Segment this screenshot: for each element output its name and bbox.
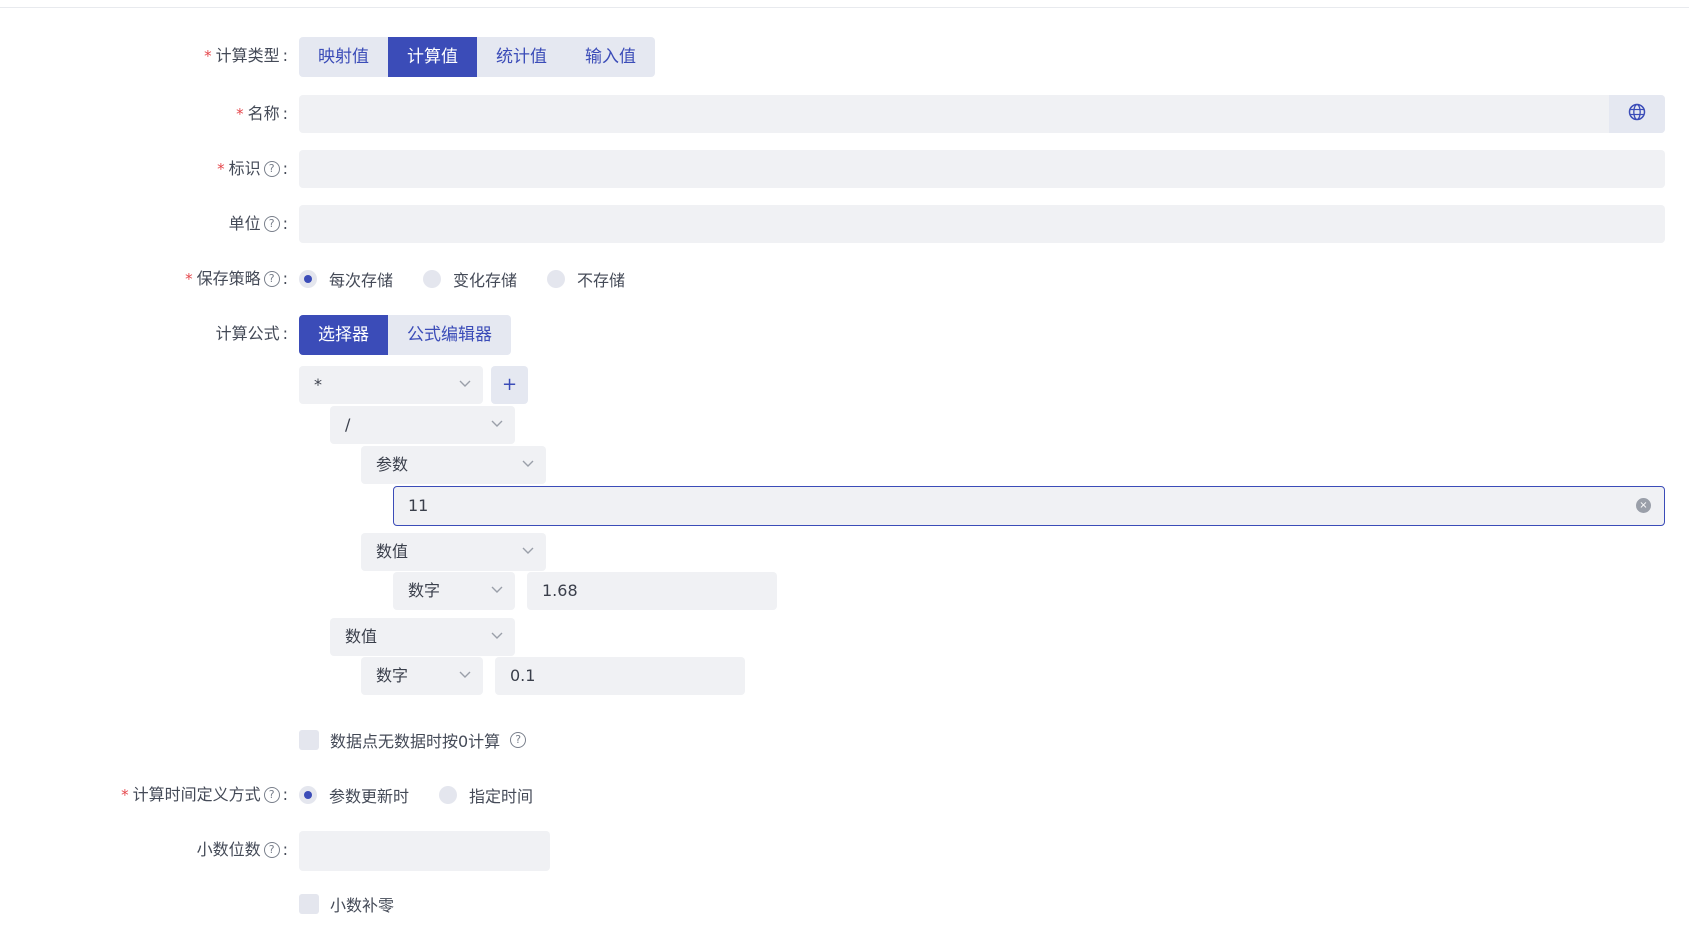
- calc-type-label: * 计算类型:: [204, 37, 288, 75]
- time-definition-label: * 计算时间定义方式 ?:: [121, 776, 288, 814]
- formula-mode-tabs: 选择器 公式编辑器: [299, 315, 511, 355]
- decimals-label: 小数位数 ?:: [196, 840, 288, 859]
- chevron-down-icon: [491, 585, 503, 595]
- chevron-down-icon: [459, 379, 471, 389]
- pad-zero-checkbox[interactable]: 小数补零: [299, 893, 394, 915]
- calc-type-segmented: 映射值 计算值 统计值 输入值: [299, 37, 655, 77]
- number-input-1[interactable]: 1.68: [527, 572, 777, 610]
- help-icon[interactable]: ?: [263, 787, 280, 803]
- globe-button[interactable]: [1609, 95, 1665, 133]
- identifier-input[interactable]: [299, 150, 1665, 188]
- calc-type-option-mapping[interactable]: 映射值: [299, 37, 388, 77]
- zero-when-no-data-checkbox[interactable]: 数据点无数据时按0计算 ?: [299, 729, 527, 751]
- globe-icon: [1628, 103, 1646, 125]
- root-operator-select[interactable]: *: [299, 366, 483, 404]
- time-specified[interactable]: 指定时间: [439, 783, 533, 807]
- unit-input[interactable]: [299, 205, 1665, 243]
- save-policy-radio-group: 每次存储 变化存储 不存储: [299, 260, 655, 298]
- help-icon[interactable]: ?: [263, 271, 280, 287]
- chevron-down-icon: [491, 419, 503, 429]
- save-policy-on-change[interactable]: 变化存储: [423, 267, 517, 291]
- calc-type-option-input[interactable]: 输入值: [566, 37, 655, 77]
- help-icon[interactable]: ?: [263, 216, 280, 232]
- name-row: * 名称:: [0, 95, 1689, 133]
- checkbox-box: [299, 730, 319, 750]
- radio-unselected: [439, 786, 458, 804]
- chevron-down-icon: [522, 459, 534, 469]
- time-definition-radio-group: 参数更新时 指定时间: [299, 776, 563, 814]
- identifier-label: * 标识 ?:: [217, 150, 288, 188]
- tab-selector[interactable]: 选择器: [299, 315, 388, 355]
- name-input[interactable]: [299, 95, 1665, 133]
- decimals-input[interactable]: [299, 831, 550, 871]
- chevron-down-icon: [459, 670, 471, 680]
- help-icon[interactable]: ?: [263, 161, 280, 177]
- calc-type-option-calculated[interactable]: 计算值: [388, 37, 477, 77]
- chevron-down-icon: [522, 546, 534, 556]
- save-policy-every-time[interactable]: 每次存储: [299, 267, 393, 291]
- param-type-select[interactable]: 参数: [361, 446, 546, 484]
- calc-type-row: * 计算类型: 映射值 计算值 统计值 输入值: [0, 37, 1689, 77]
- save-policy-label: * 保存策略 ?:: [185, 260, 288, 298]
- calc-type-option-statistics[interactable]: 统计值: [477, 37, 566, 77]
- required-mark: *: [236, 105, 244, 123]
- clear-icon[interactable]: ×: [1636, 498, 1651, 513]
- radio-selected: [299, 270, 317, 288]
- tab-formula-editor[interactable]: 公式编辑器: [388, 315, 511, 355]
- help-icon[interactable]: ?: [263, 842, 280, 858]
- unit-row: 单位 ?:: [0, 205, 1689, 243]
- time-definition-row: * 计算时间定义方式 ?: 参数更新时 指定时间: [0, 776, 1689, 814]
- save-policy-row: * 保存策略 ?: 每次存储 变化存储 不存储: [0, 260, 1689, 298]
- required-mark: *: [121, 786, 129, 804]
- required-mark: *: [185, 270, 193, 288]
- radio-selected: [299, 786, 317, 804]
- identifier-row: * 标识 ?:: [0, 150, 1689, 188]
- formula-label: 计算公式:: [215, 324, 288, 343]
- top-divider: [0, 7, 1689, 8]
- save-policy-none[interactable]: 不存储: [547, 267, 625, 291]
- required-mark: *: [217, 160, 225, 178]
- value-type-select-1[interactable]: 数值: [361, 533, 546, 571]
- number-input-2[interactable]: 0.1: [495, 657, 745, 695]
- help-icon[interactable]: ?: [510, 732, 527, 748]
- number-type-select-2[interactable]: 数字: [361, 657, 483, 695]
- chevron-down-icon: [491, 631, 503, 641]
- formula-row: 计算公式: 选择器 公式编辑器: [0, 315, 1689, 355]
- required-mark: *: [204, 47, 212, 65]
- time-on-param-update[interactable]: 参数更新时: [299, 783, 409, 807]
- name-label: * 名称:: [236, 95, 288, 133]
- checkbox-box: [299, 894, 319, 914]
- unit-label: 单位 ?:: [228, 214, 288, 233]
- value-type-select-2[interactable]: 数值: [330, 618, 515, 656]
- number-type-select-1[interactable]: 数字: [393, 572, 515, 610]
- child-operator-select[interactable]: /: [330, 406, 515, 444]
- add-node-button[interactable]: +: [491, 366, 528, 404]
- param-select-input[interactable]: 11 ×: [393, 486, 1665, 526]
- decimals-row: 小数位数 ?:: [0, 831, 1689, 871]
- radio-unselected: [547, 270, 566, 288]
- radio-unselected: [423, 270, 442, 288]
